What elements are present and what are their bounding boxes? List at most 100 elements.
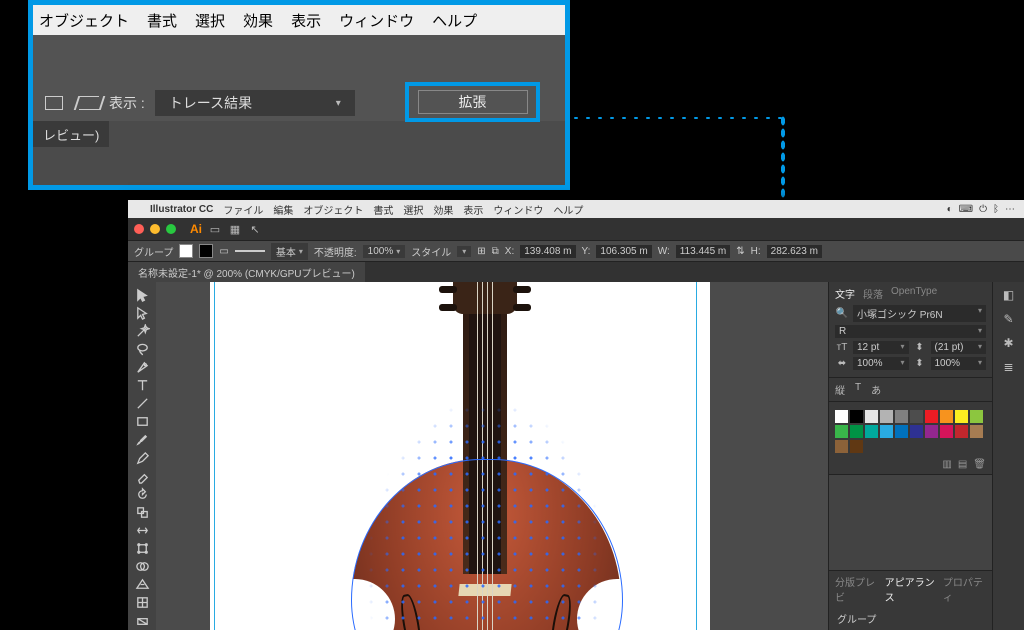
shape-builder-tool[interactable] xyxy=(128,558,156,576)
y-value[interactable]: 106.305 m xyxy=(596,245,651,258)
swatch[interactable] xyxy=(865,425,878,438)
h-value[interactable]: 282.623 m xyxy=(767,245,822,258)
tab-appearance[interactable]: アピアランス xyxy=(885,574,937,604)
new-swatch-icon[interactable]: ▤ xyxy=(958,459,967,470)
dock-stroke-icon[interactable]: ≣ xyxy=(1003,360,1013,374)
swatch[interactable] xyxy=(895,410,908,423)
stroke-swatch[interactable] xyxy=(199,244,213,258)
fill-swatch[interactable] xyxy=(179,244,193,258)
tab-character[interactable]: 文字 xyxy=(835,286,855,301)
swatch[interactable] xyxy=(970,425,983,438)
menu-type-full[interactable]: 書式 xyxy=(373,202,393,217)
menu-help[interactable]: ヘルプ xyxy=(432,10,477,31)
swatch[interactable] xyxy=(940,425,953,438)
x-value[interactable]: 139.408 m xyxy=(520,245,575,258)
style-select[interactable] xyxy=(457,246,471,257)
free-transform-tool[interactable] xyxy=(128,540,156,558)
menu-view-full[interactable]: 表示 xyxy=(463,202,483,217)
line-tool[interactable] xyxy=(128,395,156,413)
menu-window[interactable]: ウィンドウ xyxy=(339,10,414,31)
tab-properties[interactable]: プロパティ xyxy=(943,574,986,604)
swatch[interactable] xyxy=(880,425,893,438)
swatch[interactable] xyxy=(835,440,848,453)
tab-opentype[interactable]: OpenType xyxy=(891,286,937,301)
swatch[interactable] xyxy=(835,425,848,438)
document-tab[interactable]: レビュー) xyxy=(33,121,109,147)
menu-help-full[interactable]: ヘルプ xyxy=(553,202,583,217)
gradient-tool[interactable] xyxy=(128,612,156,630)
stroke-weight-icon[interactable]: ▭ xyxy=(219,246,228,257)
violin-artwork[interactable] xyxy=(331,282,641,630)
swatch[interactable] xyxy=(925,425,938,438)
dock-brushes-icon[interactable]: ✎ xyxy=(1003,312,1013,326)
pencil-tool[interactable] xyxy=(128,449,156,467)
font-family-select[interactable]: 小塚ゴシック Pr6N xyxy=(853,305,986,322)
menu-effect[interactable]: 効果 xyxy=(243,10,273,31)
menu-select-full[interactable]: 選択 xyxy=(403,202,423,217)
pen-tool[interactable] xyxy=(128,358,156,376)
expand-button[interactable]: 拡張 xyxy=(418,90,528,114)
h-scale-field[interactable]: 100% xyxy=(853,357,909,370)
v-scale-field[interactable]: 100% xyxy=(931,357,987,370)
paintbrush-tool[interactable] xyxy=(128,431,156,449)
swatch-icon[interactable] xyxy=(45,96,63,110)
app-name-menu[interactable]: Illustrator CC xyxy=(150,204,213,215)
swatch[interactable] xyxy=(895,425,908,438)
menu-type[interactable]: 書式 xyxy=(147,10,177,31)
cursor-icon[interactable]: ↖ xyxy=(248,222,262,236)
rectangle-tool[interactable] xyxy=(128,413,156,431)
swatch[interactable] xyxy=(955,410,968,423)
dock-symbols-icon[interactable]: ✱ xyxy=(1003,336,1013,350)
rotate-tool[interactable] xyxy=(128,485,156,503)
window-traffic-lights[interactable] xyxy=(134,224,176,234)
menu-object-full[interactable]: オブジェクト xyxy=(303,202,363,217)
swatch-options-icon[interactable]: ▥ xyxy=(942,459,951,470)
view-mode-select[interactable]: トレース結果 ▾ xyxy=(155,90,355,116)
perspective-tool[interactable] xyxy=(128,576,156,594)
menu-object[interactable]: オブジェクト xyxy=(39,10,129,31)
bridge-icon[interactable]: ▭ xyxy=(208,222,222,236)
magic-wand-tool[interactable] xyxy=(128,322,156,340)
swatch[interactable] xyxy=(910,425,923,438)
glyph-icon[interactable]: あ xyxy=(871,382,881,397)
menu-effect-full[interactable]: 効果 xyxy=(433,202,453,217)
document-tab-full[interactable]: 名称未設定-1* @ 200% (CMYK/GPUプレビュー) xyxy=(128,262,365,283)
canvas[interactable] xyxy=(156,282,828,630)
mesh-tool[interactable] xyxy=(128,594,156,612)
swatch[interactable] xyxy=(940,410,953,423)
swatch[interactable] xyxy=(850,410,863,423)
swatch[interactable] xyxy=(850,440,863,453)
tab-paragraph[interactable]: 段落 xyxy=(863,286,883,301)
dock-color-icon[interactable]: ◧ xyxy=(1003,288,1014,302)
leading-field[interactable]: (21 pt) xyxy=(931,341,987,354)
swatch[interactable] xyxy=(925,410,938,423)
menu-view[interactable]: 表示 xyxy=(291,10,321,31)
paragraph-icon[interactable] xyxy=(79,96,99,110)
swatch[interactable] xyxy=(955,425,968,438)
menu-window-full[interactable]: ウィンドウ xyxy=(493,202,543,217)
opacity-select[interactable]: 100% xyxy=(363,245,406,258)
stroke-profile-select[interactable]: 基本 xyxy=(271,243,308,260)
tab-separations[interactable]: 分版プレビ xyxy=(835,574,879,604)
swatch[interactable] xyxy=(970,410,983,423)
width-tool[interactable] xyxy=(128,521,156,539)
font-size-field[interactable]: 12 pt xyxy=(853,341,909,354)
swatch[interactable] xyxy=(850,425,863,438)
vertical-text-icon[interactable]: 縦 xyxy=(835,382,845,397)
direct-selection-tool[interactable] xyxy=(128,304,156,322)
touch-type-icon[interactable]: T xyxy=(855,382,861,397)
transform-icon[interactable]: ⧉ xyxy=(492,246,499,257)
swatch[interactable] xyxy=(835,410,848,423)
selection-tool[interactable] xyxy=(128,286,156,304)
menu-file[interactable]: ファイル xyxy=(223,202,263,217)
w-value[interactable]: 113.445 m xyxy=(676,245,731,258)
swatch[interactable] xyxy=(880,410,893,423)
link-icon[interactable]: ⇅ xyxy=(736,246,744,257)
font-weight-select[interactable]: R xyxy=(835,325,986,338)
menu-edit[interactable]: 編集 xyxy=(273,202,293,217)
delete-swatch-icon[interactable]: 🗑 xyxy=(973,459,986,470)
eraser-tool[interactable] xyxy=(128,467,156,485)
swatch[interactable] xyxy=(865,410,878,423)
align-icon[interactable]: ⊞ xyxy=(477,246,485,257)
menu-select[interactable]: 選択 xyxy=(195,10,225,31)
